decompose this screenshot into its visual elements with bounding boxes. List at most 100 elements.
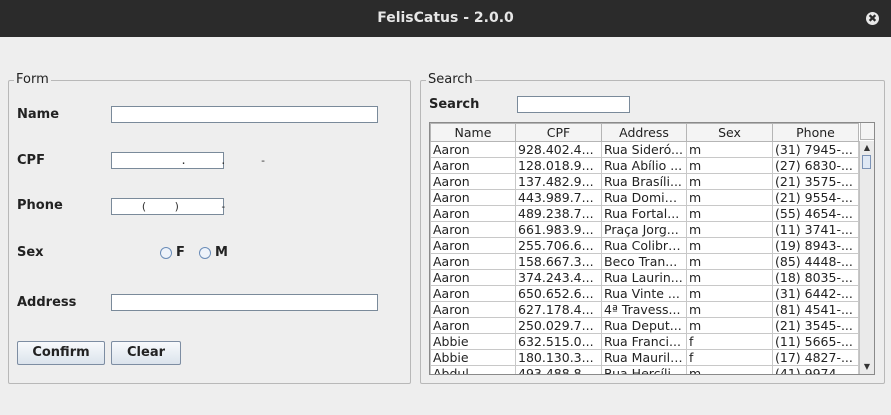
table-cell[interactable]: 128.018.9...	[515, 157, 602, 174]
table-row[interactable]: Aaron 255.706.6... Rua Colibrí ... m (19) 89…	[430, 237, 859, 254]
table-cell[interactable]: 443.989.7...	[515, 189, 602, 206]
table-cell[interactable]: (31) 7945-...	[772, 141, 859, 158]
address-field[interactable]	[111, 294, 378, 311]
table-row[interactable]: Abbie 180.130.3... Rua Maurili... f (17) 482…	[430, 349, 859, 366]
table-cell[interactable]: (27) 6830-...	[772, 157, 859, 174]
column-header[interactable]: Address	[601, 123, 687, 142]
table-cell[interactable]: (85) 4448-...	[772, 253, 859, 270]
table-cell[interactable]: Aaron	[430, 317, 516, 334]
table-cell[interactable]: 137.482.9...	[515, 173, 602, 190]
table-row[interactable]: Aaron 250.029.7... Rua Deput... m (21) 3545-…	[430, 317, 859, 334]
table-row[interactable]: Aaron 661.983.9... Praça Jorg... m (11) 3741…	[430, 221, 859, 238]
table-row[interactable]: Aaron 489.238.7... Rua Fortal... m (55) 4654…	[430, 205, 859, 222]
table-cell[interactable]: 493.488.8...	[515, 365, 602, 374]
table-cell[interactable]: (11) 3741-...	[772, 221, 859, 238]
close-icon[interactable]: ✖	[866, 12, 879, 25]
table-cell[interactable]: Aaron	[430, 141, 516, 158]
table-row[interactable]: Aaron 650.652.6... Rua Vinte ... m (31) 6442…	[430, 285, 859, 302]
column-header[interactable]: Phone	[772, 123, 859, 142]
table-cell[interactable]: (19) 8943-...	[772, 237, 859, 254]
table-cell[interactable]: Rua Sideró...	[601, 141, 687, 158]
scroll-thumb[interactable]	[862, 155, 871, 169]
table-cell[interactable]: f	[686, 349, 773, 366]
table-row[interactable]: Aaron 443.989.7... Rua Domin... m (21) 9554-…	[430, 189, 859, 206]
table-cell[interactable]: (31) 6442-...	[772, 285, 859, 302]
table-cell[interactable]: Aaron	[430, 269, 516, 286]
table-cell[interactable]: Praça Jorg...	[601, 221, 687, 238]
table-row[interactable]: Aaron 158.667.3... Beco Tran... m (85) 4448-…	[430, 253, 859, 270]
table-cell[interactable]: Rua Deput...	[601, 317, 687, 334]
table-cell[interactable]: Aaron	[430, 253, 516, 270]
table-cell[interactable]: Rua Vinte ...	[601, 285, 687, 302]
table-row[interactable]: Abbie 632.515.0... Rua Franci... f (11) 5665…	[430, 333, 859, 350]
table-cell[interactable]: 180.130.3...	[515, 349, 602, 366]
table-cell[interactable]: (41) 9974-...	[772, 365, 859, 374]
table-cell[interactable]: (18) 8035-...	[772, 269, 859, 286]
table-cell[interactable]: Aaron	[430, 285, 516, 302]
table-cell[interactable]: m	[686, 221, 773, 238]
scroll-up-icon[interactable]: ▲	[860, 141, 874, 155]
column-header[interactable]: Sex	[686, 123, 773, 142]
table-cell[interactable]: Aaron	[430, 205, 516, 222]
table-cell[interactable]: 255.706.6...	[515, 237, 602, 254]
table-cell[interactable]: Rua Maurili...	[601, 349, 687, 366]
phone-field[interactable]: ( ) -	[111, 198, 227, 215]
table-cell[interactable]: Rua Domin...	[601, 189, 687, 206]
table-cell[interactable]: f	[686, 333, 773, 350]
table-row[interactable]: Abdul 493.488.8... Rua Hercíli... m (41) 997…	[430, 365, 859, 374]
table-cell[interactable]: (21) 3575-...	[772, 173, 859, 190]
table-cell[interactable]: Abdul	[430, 365, 516, 374]
table-cell[interactable]: Rua Brasíli...	[601, 173, 687, 190]
table-cell[interactable]: 489.238.7...	[515, 205, 602, 222]
table-cell[interactable]: 4ª Travess...	[601, 301, 687, 318]
table-cell[interactable]: 627.178.4...	[515, 301, 602, 318]
table-cell[interactable]: 374.243.4...	[515, 269, 602, 286]
table-cell[interactable]: Aaron	[430, 301, 516, 318]
clear-button[interactable]: Clear	[111, 341, 181, 365]
table-cell[interactable]: 158.667.3...	[515, 253, 602, 270]
table-cell[interactable]: Rua Hercíli...	[601, 365, 687, 374]
table-cell[interactable]: (81) 4541-...	[772, 301, 859, 318]
table-cell[interactable]: m	[686, 365, 773, 374]
scroll-down-icon[interactable]: ▼	[860, 360, 874, 374]
table-cell[interactable]: Rua Laurin...	[601, 269, 687, 286]
table-cell[interactable]: (21) 3545-...	[772, 317, 859, 334]
table-cell[interactable]: Aaron	[430, 237, 516, 254]
radio-m-icon[interactable]	[199, 246, 211, 259]
table-row[interactable]: Aaron 627.178.4... 4ª Travess... m (81) 4541…	[430, 301, 859, 318]
table-cell[interactable]: m	[686, 237, 773, 254]
table-row[interactable]: Aaron 374.243.4... Rua Laurin... m (18) 8035…	[430, 269, 859, 286]
column-header[interactable]: CPF	[515, 123, 602, 142]
table-cell[interactable]: (55) 4654-...	[772, 205, 859, 222]
table-cell[interactable]: Beco Tran...	[601, 253, 687, 270]
table-cell[interactable]: (11) 5665-...	[772, 333, 859, 350]
table-cell[interactable]: 650.652.6...	[515, 285, 602, 302]
sex-radio-f[interactable]: F	[160, 245, 185, 260]
table-cell[interactable]: m	[686, 285, 773, 302]
table-cell[interactable]: (17) 4827-...	[772, 349, 859, 366]
table-row[interactable]: Aaron 928.402.4... Rua Sideró... m (31) 7945…	[430, 141, 859, 158]
table-cell[interactable]: Rua Franci...	[601, 333, 687, 350]
table-cell[interactable]: Aaron	[430, 221, 516, 238]
search-input[interactable]	[517, 96, 630, 113]
table-cell[interactable]: Abbie	[430, 333, 516, 350]
table-cell[interactable]: m	[686, 157, 773, 174]
table-cell[interactable]: Rua Colibrí ...	[601, 237, 687, 254]
table-cell[interactable]: 661.983.9...	[515, 221, 602, 238]
table-cell[interactable]: Aaron	[430, 173, 516, 190]
table-cell[interactable]: m	[686, 317, 773, 334]
table-cell[interactable]: m	[686, 301, 773, 318]
table-cell[interactable]: m	[686, 189, 773, 206]
vertical-scrollbar[interactable]: ▲ ▼	[859, 141, 874, 374]
table-cell[interactable]: m	[686, 173, 773, 190]
table-cell[interactable]: Rua Fortal...	[601, 205, 687, 222]
name-field[interactable]	[111, 106, 378, 123]
table-cell[interactable]: 250.029.7...	[515, 317, 602, 334]
table-cell[interactable]: m	[686, 205, 773, 222]
table-cell[interactable]: m	[686, 253, 773, 270]
table-cell[interactable]: m	[686, 141, 773, 158]
table-cell[interactable]: Aaron	[430, 189, 516, 206]
table-cell[interactable]: 632.515.0...	[515, 333, 602, 350]
table-cell[interactable]: (21) 9554-...	[772, 189, 859, 206]
table-row[interactable]: Aaron 128.018.9... Rua Abílio ... m (27) 683…	[430, 157, 859, 174]
